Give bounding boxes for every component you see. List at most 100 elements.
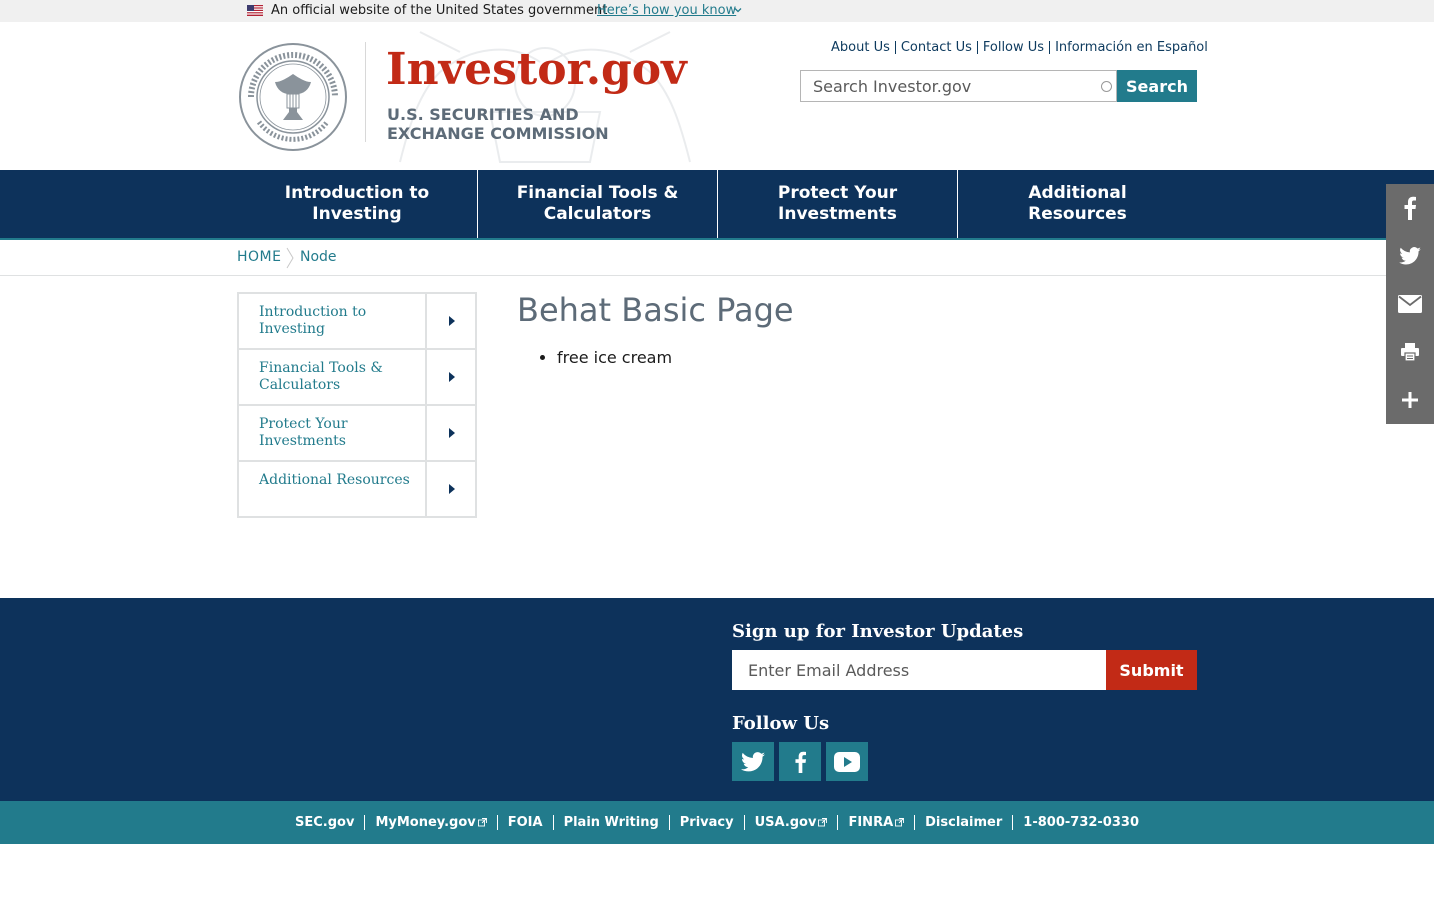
share-print-button[interactable]	[1386, 328, 1434, 376]
spanish-link[interactable]: Información en Español	[1055, 40, 1208, 55]
sidebar-expand-button[interactable]	[425, 294, 475, 348]
breadcrumb: HOME Node	[0, 240, 1434, 276]
gov-banner: An official website of the United States…	[0, 0, 1434, 22]
footer-links: SEC.gov MyMoney.gov FOIA Plain Writing P…	[0, 801, 1434, 844]
sidebar-item-label[interactable]: Protect Your Investments	[259, 416, 419, 450]
sidebar-expand-button[interactable]	[425, 462, 475, 516]
breadcrumb-current[interactable]: Node	[300, 249, 337, 265]
finra-link[interactable]: FINRA	[848, 815, 905, 830]
sidebar-item-intro: Introduction to Investing	[239, 294, 475, 350]
usa-gov-link[interactable]: USA.gov	[755, 815, 828, 830]
follow-us-title: Follow Us	[732, 713, 830, 734]
footer-separator	[668, 815, 670, 830]
footer-separator	[496, 815, 498, 830]
footer-separator	[837, 815, 839, 830]
footer-separator	[1012, 815, 1014, 830]
caret-right-icon	[449, 372, 455, 382]
share-email-button[interactable]	[1386, 280, 1434, 328]
disclaimer-link[interactable]: Disclaimer	[925, 815, 1002, 830]
site-logo-subtitle: U.S. SECURITIES AND EXCHANGE COMMISSION	[387, 105, 647, 143]
sidebar-nav: Introduction to Investing Financial Tool…	[237, 292, 477, 518]
share-twitter-button[interactable]	[1386, 232, 1434, 280]
footer-separator	[914, 815, 916, 830]
privacy-link[interactable]: Privacy	[680, 815, 734, 830]
sidebar-item-label[interactable]: Additional Resources	[259, 472, 419, 489]
site-logo-title[interactable]: Investor.gov	[386, 48, 687, 92]
external-link-icon	[477, 818, 487, 827]
main-nav: Introduction to Investing Financial Tool…	[0, 170, 1434, 240]
sidebar-item-label[interactable]: Introduction to Investing	[259, 304, 419, 338]
footer-youtube-button[interactable]	[826, 742, 868, 781]
usa-gov-label: USA.gov	[754, 815, 817, 830]
footer-bottom-bar: SEC.gov MyMoney.gov FOIA Plain Writing P…	[0, 801, 1434, 844]
share-more-button[interactable]	[1386, 376, 1434, 424]
twitter-icon	[741, 751, 765, 771]
list-item: free ice cream	[557, 348, 672, 367]
footer-separator	[743, 815, 745, 830]
us-flag-icon	[247, 5, 263, 16]
footer-separator	[552, 815, 554, 830]
sidebar-item-label[interactable]: Financial Tools & Calculators	[259, 360, 419, 394]
search-input[interactable]	[800, 70, 1117, 102]
contact-us-link[interactable]: Contact Us	[901, 40, 972, 55]
breadcrumb-home[interactable]: HOME	[237, 249, 281, 265]
plain-writing-link[interactable]: Plain Writing	[564, 815, 659, 830]
facebook-icon	[1404, 196, 1416, 220]
caret-right-icon	[449, 316, 455, 326]
phone-link[interactable]: 1-800-732-0330	[1023, 815, 1139, 830]
util-separator	[1049, 41, 1051, 54]
footer-separator	[364, 815, 366, 830]
caret-right-icon	[449, 484, 455, 494]
sidebar-expand-button[interactable]	[425, 350, 475, 404]
plus-icon	[1402, 392, 1418, 408]
about-us-link[interactable]: About Us	[831, 40, 890, 55]
content-list: free ice cream	[557, 348, 672, 367]
twitter-icon	[1399, 247, 1421, 265]
how-you-know-link[interactable]: Here’s how you know	[597, 3, 736, 18]
logo-divider	[365, 42, 366, 142]
nav-financial-tools[interactable]: Financial Tools & Calculators	[477, 170, 717, 238]
nav-intro-investing[interactable]: Introduction to Investing	[237, 170, 477, 238]
finra-label: FINRA	[848, 815, 894, 830]
submit-button[interactable]: Submit	[1106, 650, 1197, 690]
youtube-icon	[834, 751, 860, 772]
mymoney-label: MyMoney.gov	[375, 815, 476, 830]
search-spinner-icon	[1101, 81, 1112, 92]
nav-protect-investments[interactable]: Protect Your Investments	[717, 170, 957, 238]
logo-sub-line2: EXCHANGE COMMISSION	[387, 124, 609, 143]
caret-right-icon	[449, 428, 455, 438]
sidebar-expand-button[interactable]	[425, 406, 475, 460]
sidebar-item-tools: Financial Tools & Calculators	[239, 350, 475, 406]
chevron-down-icon[interactable]	[733, 5, 743, 15]
site-header: Investor.gov U.S. SECURITIES AND EXCHANG…	[0, 22, 1434, 170]
signup-title: Sign up for Investor Updates	[732, 621, 1024, 642]
footer-facebook-button[interactable]	[779, 742, 821, 781]
nav-additional-resources[interactable]: Additional Resources	[957, 170, 1197, 238]
logo-sub-line1: U.S. SECURITIES AND	[387, 105, 579, 124]
share-facebook-button[interactable]	[1386, 184, 1434, 232]
print-icon	[1401, 343, 1419, 361]
external-link-icon	[818, 818, 828, 827]
breadcrumb-chevron-icon	[286, 247, 294, 269]
sidebar-item-resources: Additional Resources	[239, 462, 475, 516]
sec-gov-link[interactable]: SEC.gov	[295, 815, 354, 830]
external-link-icon	[895, 818, 905, 827]
page-title: Behat Basic Page	[517, 291, 794, 329]
util-separator	[894, 41, 896, 54]
foia-link[interactable]: FOIA	[508, 815, 543, 830]
official-site-text: An official website of the United States…	[271, 3, 608, 18]
footer-twitter-button[interactable]	[732, 742, 774, 781]
follow-us-link[interactable]: Follow Us	[983, 40, 1044, 55]
search-button[interactable]: Search	[1117, 70, 1197, 102]
mymoney-link[interactable]: MyMoney.gov	[375, 815, 487, 830]
util-separator	[976, 41, 978, 54]
facebook-icon	[794, 751, 806, 773]
utility-nav: About Us Contact Us Follow Us Informació…	[831, 40, 1208, 55]
search-form: Search	[800, 70, 1197, 102]
email-icon	[1398, 295, 1422, 313]
site-footer: Sign up for Investor Updates Submit Foll…	[0, 598, 1434, 801]
share-rail	[1386, 184, 1434, 424]
email-field[interactable]	[732, 650, 1106, 690]
sidebar-item-protect: Protect Your Investments	[239, 406, 475, 462]
sec-seal-logo	[239, 43, 347, 151]
